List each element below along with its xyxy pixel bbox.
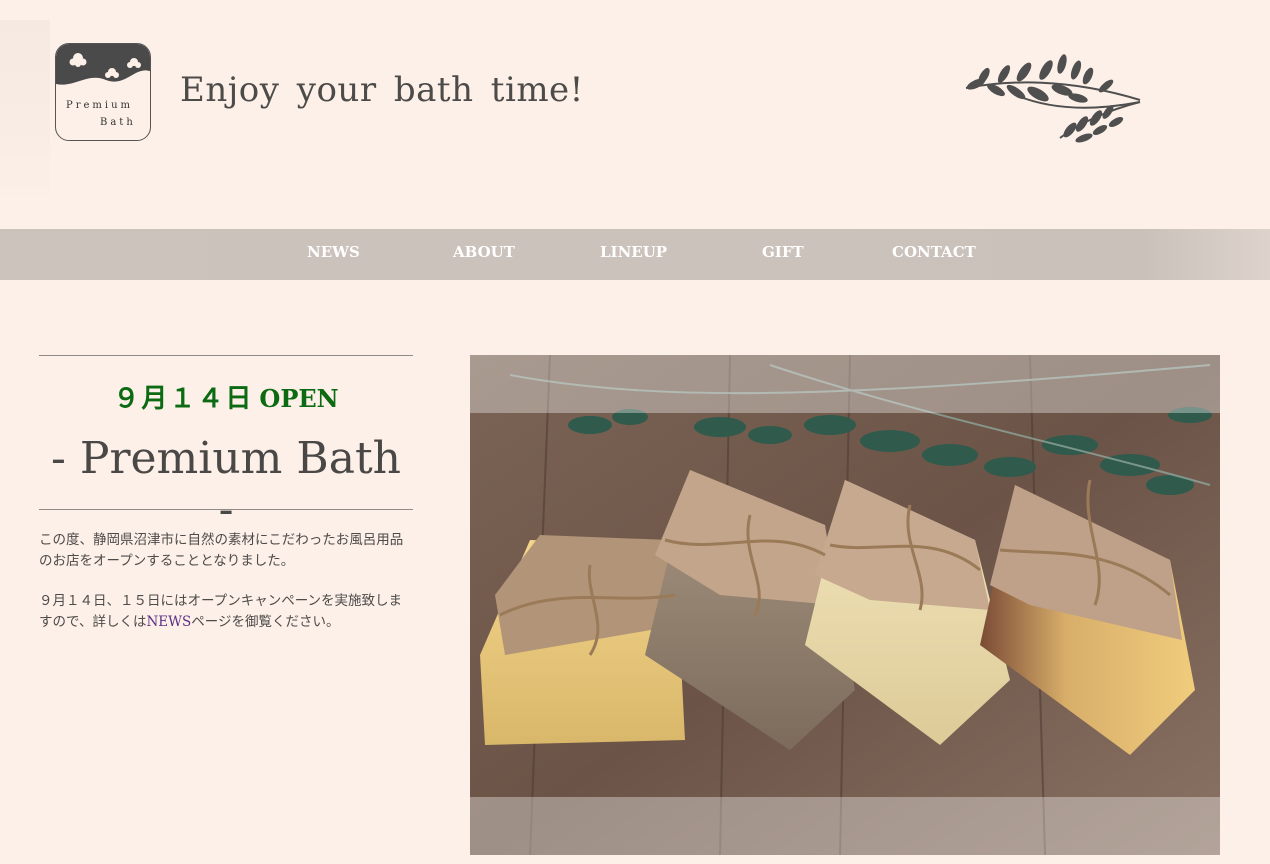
open-word: OPEN (259, 384, 339, 413)
brand-title: - Premium Bath - (51, 433, 401, 535)
campaign-text-after: ページを御覧ください。 (191, 614, 340, 630)
site-logo[interactable]: Premium Bath (55, 43, 151, 141)
nav-item-lineup[interactable]: LINEUP (600, 243, 667, 261)
left-edge-strip (0, 20, 50, 195)
nav-item-contact[interactable]: CONTACT (892, 243, 976, 261)
open-date: ９月１４日 (113, 384, 254, 414)
handmade-soap-bars-with-twine-image (470, 355, 1220, 855)
nav-item-gift[interactable]: GIFT (762, 243, 804, 261)
tagline: Enjoy your bath time! (180, 70, 584, 110)
hero-image (470, 355, 1220, 855)
campaign-paragraph: ９月１４日、１５日にはオープンキャンペーンを実施致しますので、詳しくはNEWSペ… (39, 591, 413, 633)
nav-item-about[interactable]: ABOUT (453, 243, 515, 261)
nav-item-news[interactable]: NEWS (307, 243, 360, 261)
intro-paragraph: この度、静岡県沼津市に自然の素材にこだわったお風呂用品のお店をオープンすることと… (39, 532, 404, 569)
top-divider (39, 355, 413, 356)
leaf-branch-icon (965, 54, 1141, 143)
bottom-divider (39, 509, 413, 510)
main-nav: NEWS ABOUT LINEUP GIFT CONTACT (0, 229, 1270, 280)
logo-text-premium: Premium (66, 100, 134, 111)
opening-date-heading: ９月１４日 OPEN (39, 378, 413, 415)
logo-text-bath: Bath (100, 117, 136, 128)
news-link[interactable]: NEWS (146, 614, 191, 630)
